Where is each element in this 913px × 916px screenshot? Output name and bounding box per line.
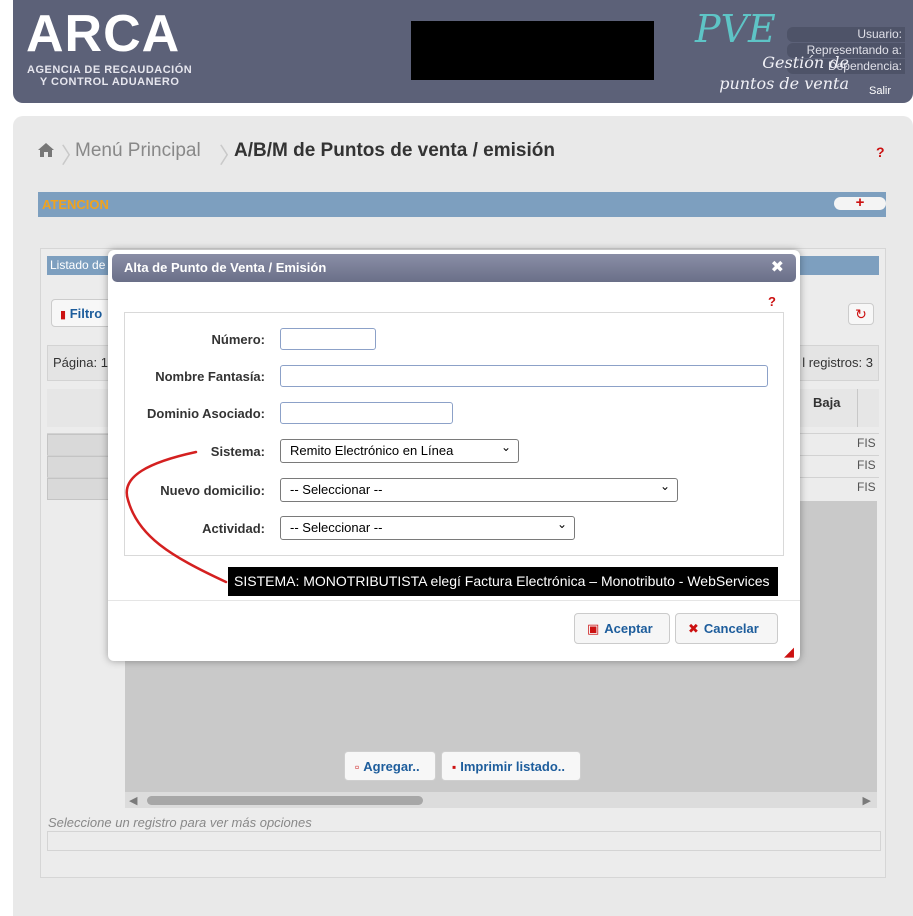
annotation-callout: SISTEMA: MONOTRIBUTISTA elegí Factura El…: [228, 567, 778, 596]
annotation-arrow: [125, 450, 228, 584]
